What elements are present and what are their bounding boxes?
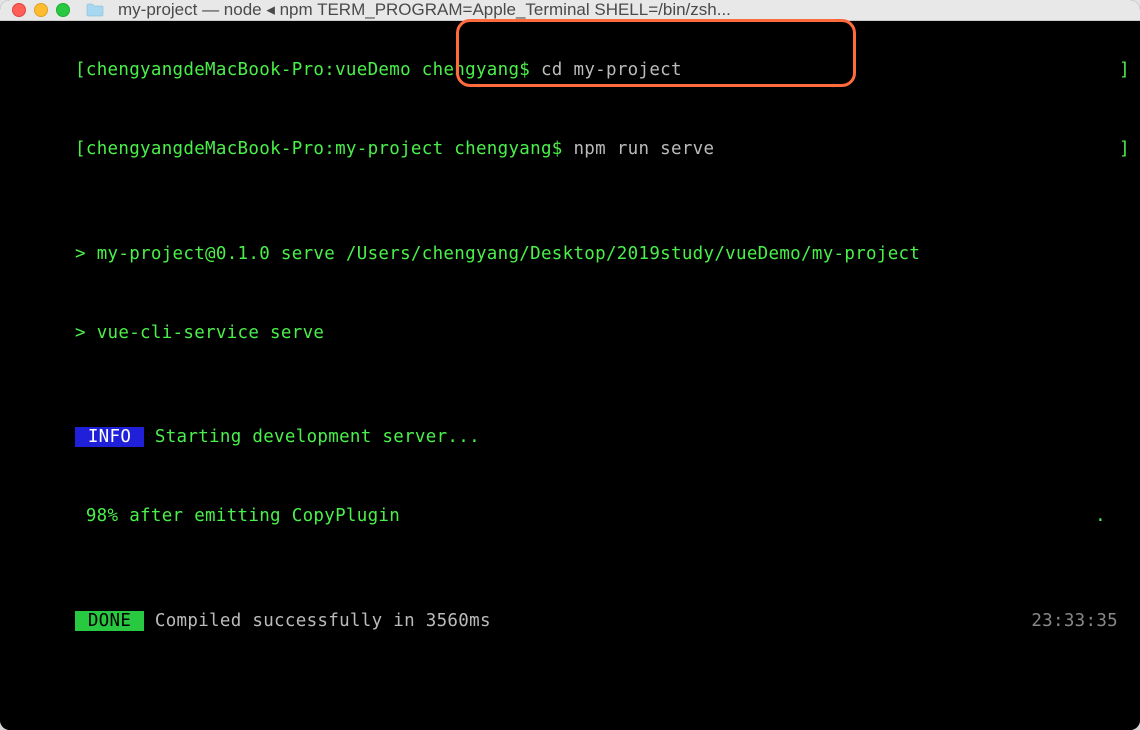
done-text: Compiled successfully in 3560ms xyxy=(144,611,491,631)
info-line: INFO Starting development server... xyxy=(10,398,1130,477)
npm-output-line: > vue-cli-service serve xyxy=(10,293,1130,372)
info-text: Starting development server... xyxy=(144,427,480,447)
minimize-window-button[interactable] xyxy=(34,3,48,17)
blank-line xyxy=(10,556,1130,582)
progress-dot: . xyxy=(1095,503,1106,529)
maximize-window-button[interactable] xyxy=(56,3,70,17)
command-text: cd my-project xyxy=(530,60,682,80)
info-badge: INFO xyxy=(75,427,144,447)
prompt-host: chengyangdeMacBook-Pro:my-project chengy… xyxy=(86,139,563,159)
bracket-close: ] xyxy=(1119,136,1130,162)
prompt-host: chengyangdeMacBook-Pro:vueDemo chengyang… xyxy=(86,60,530,80)
bracket-open: [ xyxy=(75,60,86,80)
done-badge: DONE xyxy=(75,611,144,631)
close-window-button[interactable] xyxy=(12,3,26,17)
gt-prefix: > xyxy=(75,244,97,264)
terminal-output[interactable]: [chengyangdeMacBook-Pro:vueDemo chengyan… xyxy=(0,21,1140,730)
blank-line xyxy=(10,660,1130,686)
bracket-close: ] xyxy=(1119,57,1130,83)
window-title: my-project — node ◂ npm TERM_PROGRAM=App… xyxy=(118,0,1128,20)
bracket-open: [ xyxy=(75,139,86,159)
folder-icon xyxy=(86,3,104,17)
run-text: vue-cli-service serve xyxy=(97,323,325,343)
window-titlebar[interactable]: my-project — node ◂ npm TERM_PROGRAM=App… xyxy=(0,0,1140,21)
npm-output-line: > my-project@0.1.0 serve /Users/chengyan… xyxy=(10,215,1130,294)
gt-prefix: > xyxy=(75,323,97,343)
prompt-line-1: [chengyangdeMacBook-Pro:vueDemo chengyan… xyxy=(10,31,1130,110)
timestamp: 23:33:35 xyxy=(1031,608,1118,634)
run-text: my-project@0.1.0 serve /Users/chengyang/… xyxy=(97,244,921,264)
traffic-lights xyxy=(12,3,70,17)
blank-line xyxy=(10,686,1130,712)
prompt-line-2: [chengyangdeMacBook-Pro:my-project cheng… xyxy=(10,110,1130,189)
blank-line xyxy=(10,372,1130,398)
command-text: npm run serve xyxy=(563,139,715,159)
terminal-window: my-project — node ◂ npm TERM_PROGRAM=App… xyxy=(0,0,1140,730)
app-running-header: App running at: xyxy=(10,712,1130,730)
progress-text: 98% after emitting CopyPlugin xyxy=(75,506,400,526)
blank-line xyxy=(10,189,1130,215)
done-line: DONE Compiled successfully in 3560ms 23:3… xyxy=(10,582,1130,661)
progress-line: 98% after emitting CopyPlugin. xyxy=(10,477,1130,556)
